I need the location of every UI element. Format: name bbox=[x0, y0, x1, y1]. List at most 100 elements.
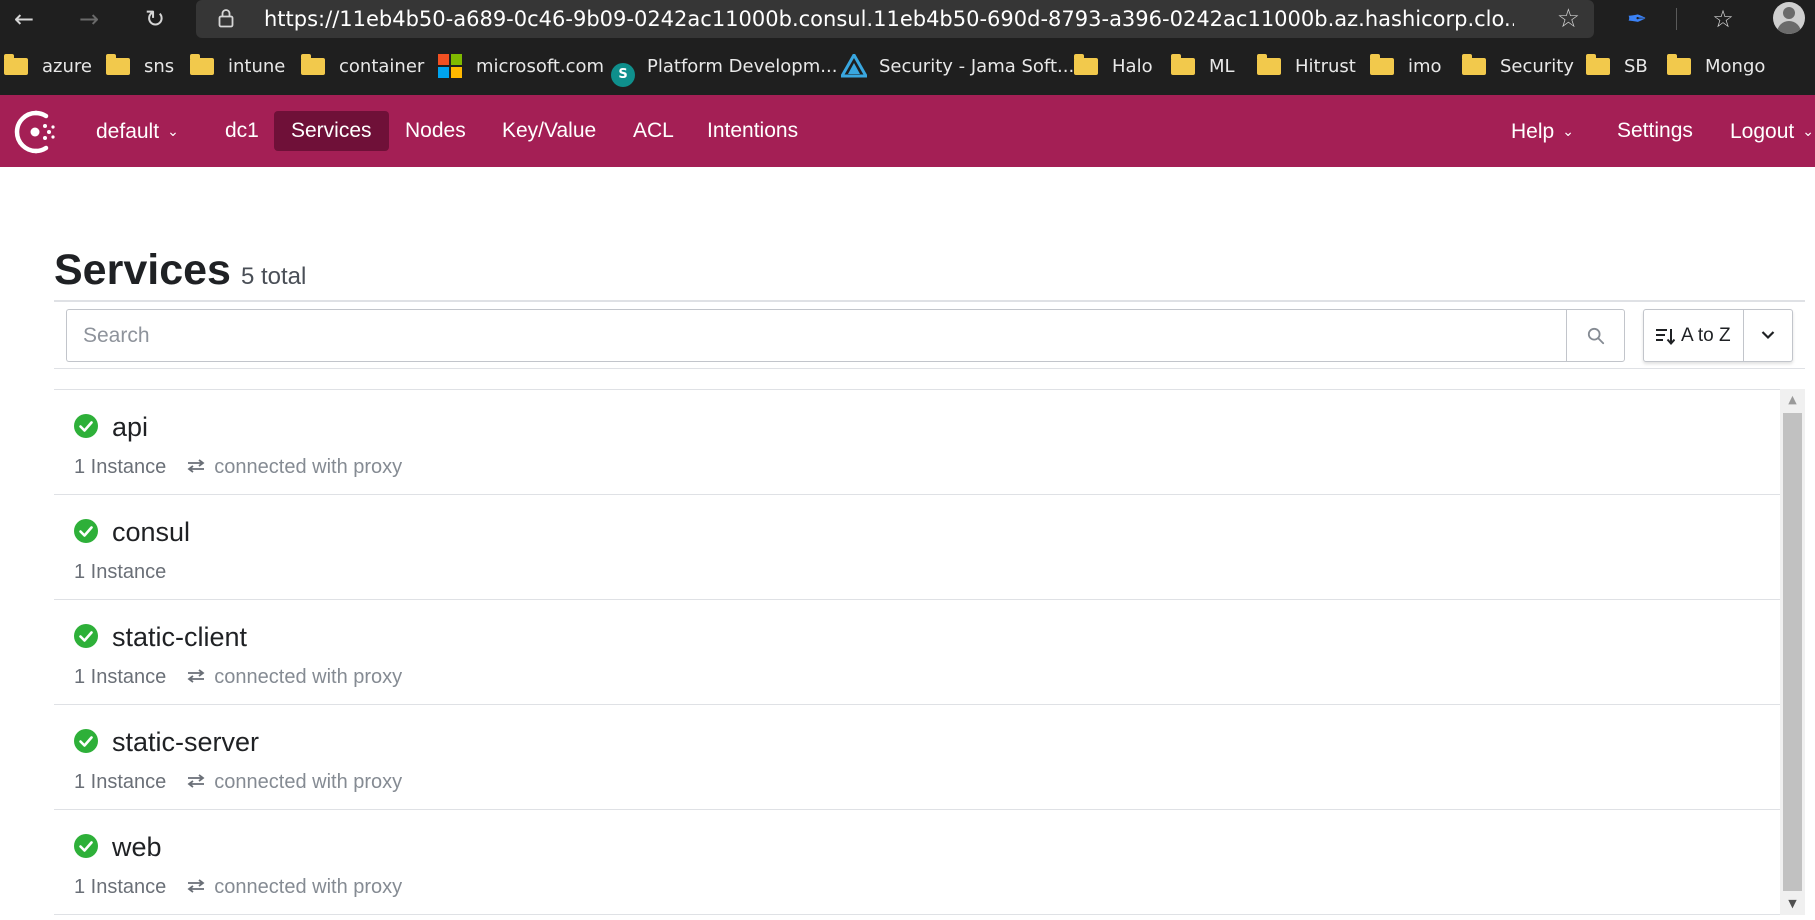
service-row-consul[interactable]: consul 1 Instance bbox=[54, 495, 1780, 600]
bookmarks-bar: azure sns intune container microsoft.com… bbox=[0, 38, 1815, 95]
scroll-up-arrow-icon[interactable]: ▲ bbox=[1780, 389, 1805, 411]
chevron-down-icon: ⌄ bbox=[1802, 123, 1814, 139]
service-name[interactable]: consul bbox=[112, 515, 190, 549]
bookmark-security[interactable]: Security bbox=[1462, 38, 1574, 95]
service-name[interactable]: web bbox=[112, 830, 162, 864]
sort-label: A to Z bbox=[1681, 325, 1731, 346]
passing-check-icon bbox=[74, 624, 98, 648]
folder-icon bbox=[1370, 54, 1394, 75]
services-count: 5 total bbox=[240, 263, 307, 290]
service-name[interactable]: api bbox=[112, 410, 148, 444]
bookmark-microsoft[interactable]: microsoft.com bbox=[438, 38, 604, 95]
proxy-arrows-icon bbox=[187, 669, 205, 683]
instance-count: 1 Instance bbox=[74, 876, 167, 898]
proxy-arrows-icon bbox=[187, 879, 205, 893]
forward-arrow-icon[interactable]: → bbox=[72, 4, 106, 34]
service-meta: 1 Instance connected with proxy bbox=[74, 454, 402, 480]
search-input[interactable] bbox=[66, 309, 1567, 362]
nav-nodes[interactable]: Nodes bbox=[388, 111, 483, 151]
bookmark-platform-development[interactable]: S Platform Developm... bbox=[611, 38, 837, 95]
nav-services[interactable]: Services bbox=[274, 111, 389, 151]
bookmark-halo[interactable]: Halo bbox=[1074, 38, 1153, 95]
favorite-star-icon[interactable]: ☆ bbox=[1557, 4, 1580, 34]
bookmark-mongo[interactable]: Mongo bbox=[1667, 38, 1765, 95]
proxy-arrows-icon bbox=[187, 774, 205, 788]
passing-check-icon bbox=[74, 414, 98, 438]
jama-logo-icon bbox=[841, 54, 867, 78]
extension-pen-icon[interactable]: ✒ bbox=[1620, 4, 1654, 34]
url-text: https://11eb4b50-a689-0c46-9b09-0242ac11… bbox=[264, 7, 1514, 31]
bookmark-container[interactable]: container bbox=[301, 38, 424, 95]
page-title-text: Services bbox=[54, 246, 231, 294]
folder-icon bbox=[301, 54, 325, 75]
namespace-dropdown[interactable]: default ⌄ bbox=[79, 111, 196, 151]
instance-count: 1 Instance bbox=[74, 771, 167, 793]
refresh-icon[interactable]: ↻ bbox=[138, 4, 172, 34]
services-list: api 1 Instance connected with proxy consu… bbox=[54, 389, 1780, 915]
favorites-list-icon[interactable]: ☆ bbox=[1706, 4, 1740, 34]
sort-control: A to Z bbox=[1643, 309, 1793, 362]
scrollbar-thumb[interactable] bbox=[1783, 413, 1802, 891]
passing-check-icon bbox=[74, 834, 98, 858]
logout-dropdown[interactable]: Logout ⌄ bbox=[1713, 111, 1815, 151]
consul-logo-icon[interactable] bbox=[14, 110, 58, 154]
instance-count: 1 Instance bbox=[74, 666, 167, 688]
service-meta: 1 Instance connected with proxy bbox=[74, 769, 402, 795]
consul-header: default ⌄ dc1 Services Nodes Key/Value AC… bbox=[0, 95, 1815, 167]
nav-key-value[interactable]: Key/Value bbox=[485, 111, 613, 151]
search-icon bbox=[1587, 327, 1605, 345]
nav-intentions[interactable]: Intentions bbox=[690, 111, 815, 151]
service-row-api[interactable]: api 1 Instance connected with proxy bbox=[54, 390, 1780, 495]
service-name[interactable]: static-client bbox=[112, 620, 247, 654]
proxy-arrows-icon bbox=[187, 459, 205, 473]
proxy-status: connected with proxy bbox=[186, 666, 402, 688]
bookmark-hitrust[interactable]: Hitrust bbox=[1257, 38, 1356, 95]
sort-button[interactable]: A to Z bbox=[1644, 310, 1744, 361]
bookmark-imo[interactable]: imo bbox=[1370, 38, 1442, 95]
toolbar-divider bbox=[1676, 8, 1677, 30]
folder-icon bbox=[190, 54, 214, 75]
search-button[interactable] bbox=[1566, 309, 1625, 362]
folder-icon bbox=[106, 54, 130, 75]
instance-count: 1 Instance bbox=[74, 561, 167, 583]
browser-toolbar: ← → ↻ https://11eb4b50-a689-0c46-9b09-02… bbox=[0, 0, 1815, 38]
divider bbox=[54, 300, 1805, 302]
nav-acl[interactable]: ACL bbox=[616, 111, 691, 151]
help-dropdown[interactable]: Help ⌄ bbox=[1494, 111, 1591, 151]
page-title: Services 5 total bbox=[54, 246, 306, 296]
folder-icon bbox=[1586, 54, 1610, 75]
list-scrollbar[interactable]: ▲ ▼ bbox=[1780, 389, 1805, 915]
bookmark-security-jama[interactable]: Security - Jama Soft... bbox=[841, 38, 1074, 95]
proxy-status: connected with proxy bbox=[186, 771, 402, 793]
service-row-web[interactable]: web 1 Instance connected with proxy bbox=[54, 810, 1780, 915]
divider bbox=[54, 368, 1805, 369]
sort-dropdown-toggle[interactable] bbox=[1744, 310, 1792, 361]
folder-icon bbox=[1667, 54, 1691, 75]
microsoft-logo-icon bbox=[438, 54, 462, 78]
address-bar[interactable]: https://11eb4b50-a689-0c46-9b09-0242ac11… bbox=[196, 0, 1594, 38]
service-meta: 1 Instance connected with proxy bbox=[74, 664, 402, 690]
folder-icon bbox=[1462, 54, 1486, 75]
lock-icon bbox=[218, 9, 234, 28]
service-meta: 1 Instance connected with proxy bbox=[74, 874, 402, 900]
sort-icon bbox=[1656, 329, 1675, 346]
service-meta: 1 Instance bbox=[74, 559, 166, 585]
profile-avatar-icon[interactable] bbox=[1773, 2, 1805, 34]
folder-icon bbox=[1171, 54, 1195, 75]
scroll-down-arrow-icon[interactable]: ▼ bbox=[1780, 893, 1805, 915]
bookmark-sb[interactable]: SB bbox=[1586, 38, 1648, 95]
proxy-status: connected with proxy bbox=[186, 456, 402, 478]
bookmark-sns[interactable]: sns bbox=[106, 38, 174, 95]
datacenter-selector[interactable]: dc1 bbox=[208, 111, 276, 151]
back-arrow-icon[interactable]: ← bbox=[7, 4, 41, 34]
bookmark-azure[interactable]: azure bbox=[4, 38, 92, 95]
bookmark-ml[interactable]: ML bbox=[1171, 38, 1235, 95]
service-row-static-client[interactable]: static-client 1 Instance connected with p… bbox=[54, 600, 1780, 705]
folder-icon bbox=[4, 54, 28, 75]
service-row-static-server[interactable]: static-server 1 Instance connected with p… bbox=[54, 705, 1780, 810]
settings-link[interactable]: Settings bbox=[1600, 111, 1710, 151]
folder-icon bbox=[1257, 54, 1281, 75]
chevron-down-icon: ⌄ bbox=[1562, 123, 1574, 139]
bookmark-intune[interactable]: intune bbox=[190, 38, 285, 95]
service-name[interactable]: static-server bbox=[112, 725, 259, 759]
